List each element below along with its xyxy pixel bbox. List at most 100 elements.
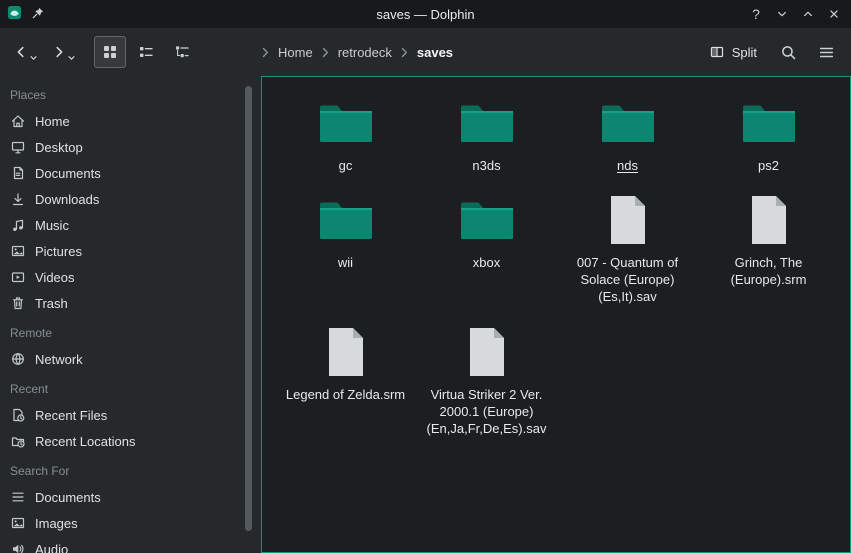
sidebar-scrollbar[interactable]: [245, 86, 252, 531]
image-icon: [10, 515, 26, 531]
split-icon: [709, 44, 725, 60]
folder-view[interactable]: gc n3ds nds ps2 wii xbox007 - Quantum of Sola…: [261, 76, 851, 553]
folder-icon: [458, 95, 516, 151]
folder-icon: [599, 95, 657, 151]
sidebar-item-documents[interactable]: Documents: [0, 484, 261, 510]
dolphin-window: saves — Dolphin ?: [0, 0, 851, 553]
sidebar-item-home[interactable]: Home: [0, 108, 261, 134]
titlebar: saves — Dolphin ?: [0, 0, 851, 28]
home-icon: [10, 113, 26, 129]
nav-buttons: [10, 40, 78, 64]
hamburger-icon: [818, 44, 835, 61]
sidebar-item-audio[interactable]: Audio: [0, 536, 261, 553]
sidebar-item-images[interactable]: Images: [0, 510, 261, 536]
file-name: Grinch, The (Europe).srm: [706, 254, 832, 288]
minimize-button[interactable]: [771, 3, 793, 25]
breadcrumb-item-saves[interactable]: saves: [417, 45, 453, 60]
split-button[interactable]: Split: [701, 37, 765, 67]
pin-icon[interactable]: [31, 6, 45, 23]
folder-name: gc: [339, 157, 353, 174]
file-item-007-quantum-of-solace-europe-es-it-sav[interactable]: 007 - Quantum of Solace (Europe) (Es,It)…: [557, 182, 698, 313]
file-item-virtua-striker-2-ver-2000-1-europe-en-ja[interactable]: Virtua Striker 2 Ver. 2000.1 (Europe) (E…: [416, 314, 557, 445]
toolbar-right: Split: [701, 28, 841, 76]
download-icon: [10, 191, 26, 207]
file-icon: [748, 192, 790, 248]
file-item-grinch-the-europe-srm[interactable]: Grinch, The (Europe).srm: [698, 182, 839, 313]
desktop-icon: [10, 139, 26, 155]
back-button[interactable]: [10, 40, 40, 64]
titlebar-left-icons: [7, 0, 45, 28]
sidebar-item-videos[interactable]: Videos: [0, 264, 261, 290]
view-mode-buttons: [94, 36, 198, 68]
sidebar-item-label: Videos: [35, 270, 75, 285]
image-icon: [10, 243, 26, 259]
folder-name: wii: [338, 254, 353, 271]
folder-name: n3ds: [472, 157, 500, 174]
sidebar-item-documents[interactable]: Documents: [0, 160, 261, 186]
folder-icon: [458, 192, 516, 248]
sidebar-item-trash[interactable]: Trash: [0, 290, 261, 316]
breadcrumb-item-home[interactable]: Home: [278, 45, 313, 60]
section-header-remote: Remote: [0, 320, 261, 346]
sidebar-item-pictures[interactable]: Pictures: [0, 238, 261, 264]
help-button[interactable]: ?: [745, 3, 767, 25]
file-icon: [325, 324, 367, 380]
breadcrumb: Home retrodeck saves: [262, 28, 453, 76]
folder-name: ps2: [758, 157, 779, 174]
folder-item-ps2[interactable]: ps2: [698, 85, 839, 182]
sidebar-item-label: Documents: [35, 166, 101, 181]
forward-button[interactable]: [48, 40, 78, 64]
sidebar-item-label: Home: [35, 114, 70, 129]
sidebar-item-music[interactable]: Music: [0, 212, 261, 238]
sidebar-item-network[interactable]: Network: [0, 346, 261, 372]
menu-button[interactable]: [811, 37, 841, 67]
details-view-icon: [174, 44, 190, 60]
sidebar-item-label: Audio: [35, 542, 68, 553]
folder-item-nds[interactable]: nds: [557, 85, 698, 182]
section-header-search-for: Search For: [0, 458, 261, 484]
breadcrumb-item-retrodeck[interactable]: retrodeck: [338, 45, 392, 60]
sidebar-item-downloads[interactable]: Downloads: [0, 186, 261, 212]
back-dropdown-icon: [30, 55, 37, 61]
maximize-button[interactable]: [797, 3, 819, 25]
sidebar-item-recent-files[interactable]: Recent Files: [0, 402, 261, 428]
sidebar-item-label: Network: [35, 352, 83, 367]
split-label: Split: [732, 45, 757, 60]
file-icon: [466, 324, 508, 380]
file-grid: gc n3ds nds ps2 wii xbox007 - Quantum of Sola…: [262, 77, 850, 445]
folder-item-n3ds[interactable]: n3ds: [416, 85, 557, 182]
sidebar-item-label: Images: [35, 516, 78, 531]
content: Places Home Desktop Documents Downloads Music…: [0, 76, 851, 553]
icons-view-icon: [102, 44, 118, 60]
audio-icon: [10, 541, 26, 553]
icons-view-button[interactable]: [94, 36, 126, 68]
sidebar-item-desktop[interactable]: Desktop: [0, 134, 261, 160]
recent-locations-icon: [10, 433, 26, 449]
file-icon: [607, 192, 649, 248]
close-button[interactable]: [823, 3, 845, 25]
file-name: Legend of Zelda.srm: [286, 386, 405, 403]
breadcrumb-separator-icon: [401, 47, 408, 58]
search-button[interactable]: [773, 37, 803, 67]
sidebar-item-recent-locations[interactable]: Recent Locations: [0, 428, 261, 454]
section-header-places: Places: [0, 82, 261, 108]
folder-item-wii[interactable]: wii: [275, 182, 416, 313]
folder-item-xbox[interactable]: xbox: [416, 182, 557, 313]
toolbar: Home retrodeck saves Split: [0, 28, 851, 76]
search-icon: [780, 44, 797, 61]
folder-icon: [317, 95, 375, 151]
compact-view-button[interactable]: [130, 36, 162, 68]
folder-item-gc[interactable]: gc: [275, 85, 416, 182]
window-controls: ?: [745, 0, 845, 28]
places-panel: Places Home Desktop Documents Downloads Music…: [0, 76, 261, 553]
recent-files-icon: [10, 407, 26, 423]
forward-dropdown-icon: [68, 55, 75, 61]
details-view-button[interactable]: [166, 36, 198, 68]
sidebar-item-label: Music: [35, 218, 69, 233]
file-item-legend-of-zelda-srm[interactable]: Legend of Zelda.srm: [275, 314, 416, 445]
sidebar-item-label: Downloads: [35, 192, 99, 207]
sidebar-item-label: Documents: [35, 490, 101, 505]
compact-view-icon: [138, 44, 154, 60]
sidebar-item-label: Trash: [35, 296, 68, 311]
folder-icon: [317, 192, 375, 248]
